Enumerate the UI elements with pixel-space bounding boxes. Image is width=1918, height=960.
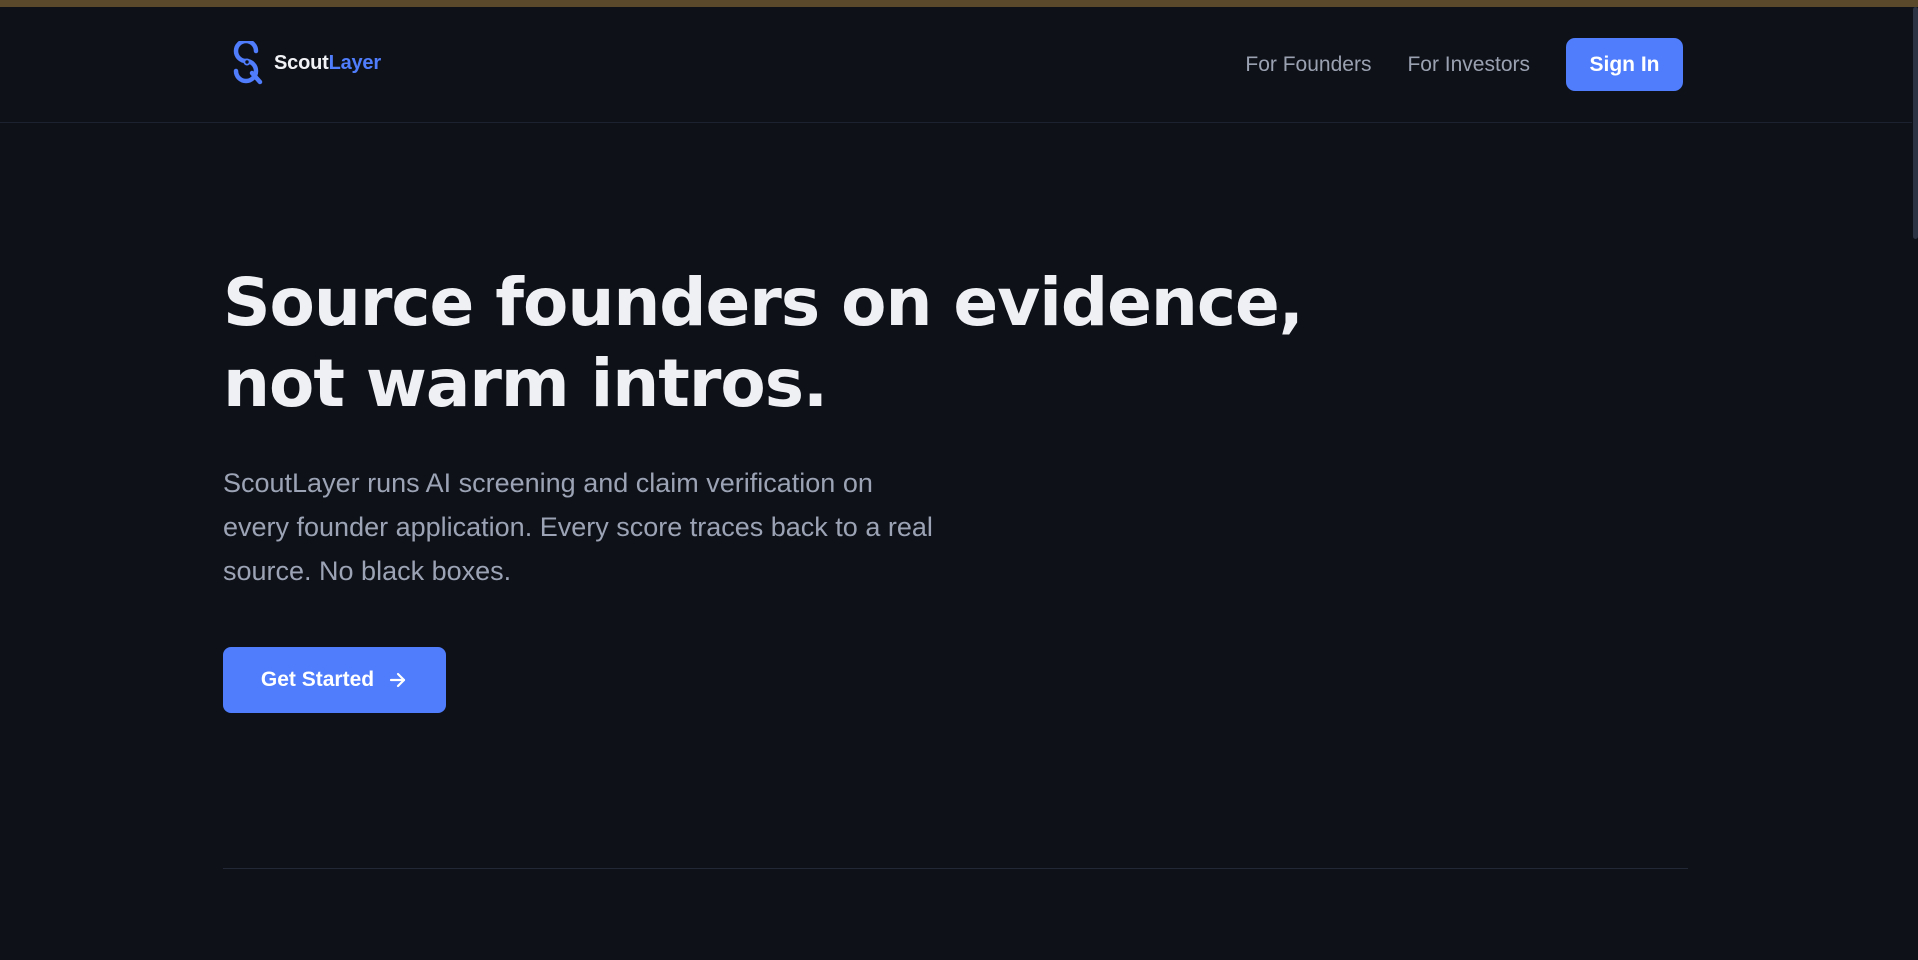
hero-subtitle-line: source. No black boxes. — [223, 556, 512, 586]
get-started-label: Get Started — [260, 668, 375, 691]
sign-in-label: Sign In — [1589, 52, 1660, 76]
arrow-right-icon — [388, 670, 408, 690]
page-scrollbar[interactable] — [1912, 7, 1918, 960]
logo-word-layer: Layer — [328, 51, 382, 74]
hero-title: Source founders on evidence, not warm in… — [223, 262, 1323, 424]
site-header: ScoutLayer For Founders For Investors Si… — [0, 7, 1912, 123]
magnifier-s-logo-icon — [230, 41, 268, 85]
scrollbar-thumb[interactable] — [1913, 7, 1918, 239]
sign-in-button[interactable]: Sign In — [1566, 38, 1683, 91]
nav-link-for-founders[interactable]: For Founders — [1245, 53, 1371, 77]
hero-subtitle-line: every founder application. Every score t… — [223, 512, 933, 542]
logo-word-scout: Scout — [274, 51, 329, 74]
top-nav: For Founders For Investors Sign In — [1245, 38, 1683, 91]
logo[interactable]: ScoutLayer — [230, 41, 381, 85]
landing-page: ScoutLayer For Founders For Investors Si… — [0, 0, 1918, 960]
hero-subtitle-line: ScoutLayer runs AI screening and claim v… — [223, 468, 873, 498]
hero-subtitle: ScoutLayer runs AI screening and claim v… — [223, 461, 1323, 593]
hero-section: Source founders on evidence, not warm in… — [223, 262, 1323, 713]
hero-title-line: not warm intros. — [223, 345, 828, 422]
hero-title-line: Source founders on evidence, — [223, 264, 1304, 341]
section-divider — [223, 868, 1688, 869]
logo-wordmark: ScoutLayer — [274, 52, 381, 75]
get-started-button[interactable]: Get Started — [223, 647, 446, 713]
nav-link-for-investors[interactable]: For Investors — [1407, 53, 1530, 77]
top-accent-bar — [0, 0, 1918, 7]
